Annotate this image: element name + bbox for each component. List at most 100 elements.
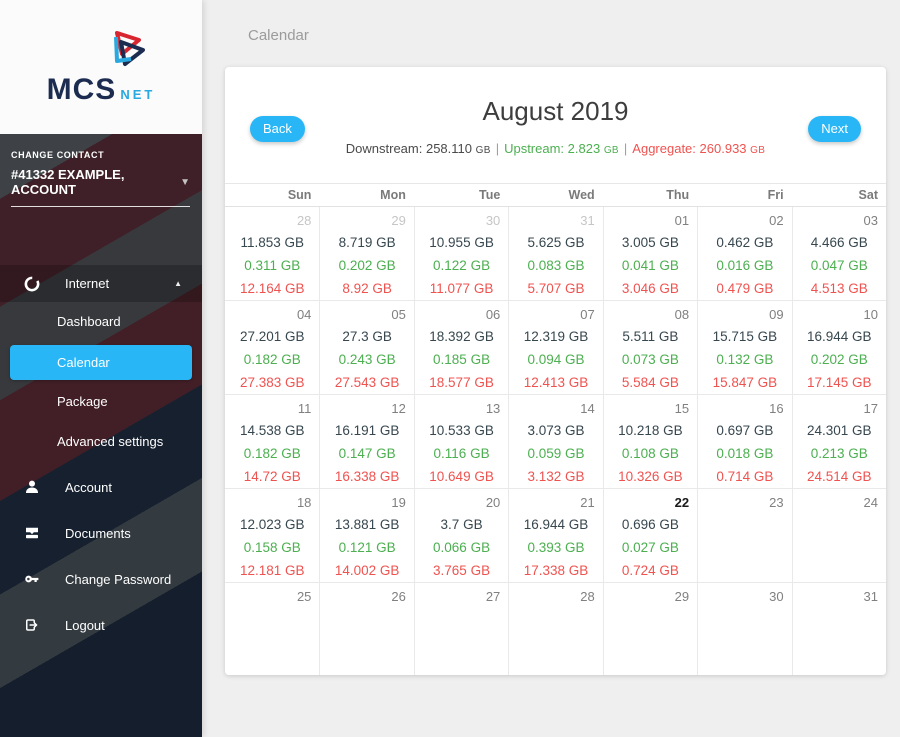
calendar-day-cell[interactable]: 29 xyxy=(602,583,698,675)
calendar-day-cell[interactable]: 03 4.466 GB 0.047 GB 4.513 GB xyxy=(791,207,886,301)
upstream-value: 0.047 GB xyxy=(810,258,868,273)
day-number: 05 xyxy=(391,307,406,322)
calendar-day-cell[interactable]: 27 xyxy=(413,583,509,675)
aggregate-value: 16.338 GB xyxy=(334,469,400,484)
sidebar-item-internet[interactable]: Internet ▲ xyxy=(0,265,202,302)
calendar-day-cell[interactable]: 07 12.319 GB 0.094 GB 12.413 GB xyxy=(508,301,603,395)
downstream-value: 16.191 GB xyxy=(334,423,400,438)
downstream-value: 16.944 GB xyxy=(807,329,872,344)
aggregate-value: 14.002 GB xyxy=(334,563,400,578)
calendar-day-cell[interactable]: 13 10.533 GB 0.116 GB 10.649 GB xyxy=(413,395,509,489)
calendar-day-cell[interactable]: 23 xyxy=(697,489,792,583)
aggregate-value: 12.181 GB xyxy=(239,563,305,578)
logo-play-icon xyxy=(104,28,150,75)
upstream-value: 0.311 GB xyxy=(244,258,301,273)
calendar-day-cell[interactable]: 16 0.697 GB 0.018 GB 0.714 GB xyxy=(697,395,792,489)
downstream-value: 18.392 GB xyxy=(429,329,494,344)
day-values: 16.944 GB 0.393 GB 17.338 GB xyxy=(509,513,602,582)
contact-select[interactable]: #41332 EXAMPLE, ACCOUNT ▼ xyxy=(11,167,190,207)
calendar-day-cell[interactable]: 06 18.392 GB 0.185 GB 18.577 GB xyxy=(413,301,509,395)
sidebar-item-logout[interactable]: Logout xyxy=(0,602,202,648)
calendar-day-cell[interactable]: 01 3.005 GB 0.041 GB 3.046 GB xyxy=(602,207,698,301)
downstream-value: 16.944 GB xyxy=(523,517,589,532)
day-number: 23 xyxy=(769,495,784,510)
calendar-day-cell[interactable]: 31 5.625 GB 0.083 GB 5.707 GB xyxy=(508,207,603,301)
calendar-day-cell[interactable]: 18 12.023 GB 0.158 GB 12.181 GB xyxy=(225,489,320,583)
calendar-card: Back August 2019 Next Downstream: 258.11… xyxy=(225,67,886,675)
sidebar-item-change-password[interactable]: Change Password xyxy=(0,556,202,602)
downstream-value: 10.533 GB xyxy=(429,423,494,438)
calendar-day-cell[interactable]: 24 xyxy=(791,489,886,583)
sidebar-item-documents[interactable]: Documents xyxy=(0,510,202,556)
aggregate-value: 11.077 GB xyxy=(429,281,494,296)
summary-separator: | xyxy=(623,141,628,156)
caret-down-icon: ▼ xyxy=(180,176,190,188)
calendar-day-cell[interactable]: 28 11.853 GB 0.311 GB 12.164 GB xyxy=(225,207,320,301)
calendar-day-cell[interactable]: 04 27.201 GB 0.182 GB 27.383 GB xyxy=(225,301,320,395)
calendar-day-cell[interactable]: 31 xyxy=(791,583,886,675)
upstream-value: 0.147 GB xyxy=(338,446,396,461)
sidebar-item-account[interactable]: Account xyxy=(0,464,202,510)
logo-text: MCS NET xyxy=(47,73,156,107)
upstream-value: 0.094 GB xyxy=(527,352,585,367)
next-button[interactable]: Next xyxy=(808,116,861,142)
calendar-day-cell[interactable]: 26 xyxy=(319,583,414,675)
calendar-day-cell[interactable]: 12 16.191 GB 0.147 GB 16.338 GB xyxy=(319,395,414,489)
calendar-day-cell[interactable]: 15 10.218 GB 0.108 GB 10.326 GB xyxy=(602,395,698,489)
sidebar-item-label: Account xyxy=(65,479,112,495)
main-content: Calendar Back August 2019 Next Downstrea… xyxy=(202,0,900,737)
upstream-value: 0.132 GB xyxy=(716,352,774,367)
calendar-day-cell[interactable]: 14 3.073 GB 0.059 GB 3.132 GB xyxy=(508,395,603,489)
calendar-day-cell[interactable]: 21 16.944 GB 0.393 GB 17.338 GB xyxy=(508,489,603,583)
back-button[interactable]: Back xyxy=(250,116,305,142)
day-values: 10.955 GB 0.122 GB 11.077 GB xyxy=(415,231,508,300)
calendar-day-cell[interactable]: 11 14.538 GB 0.182 GB 14.72 GB xyxy=(225,395,320,489)
upstream-value: 0.108 GB xyxy=(621,446,679,461)
aggregate-value: 4.513 GB xyxy=(810,281,868,296)
calendar-day-cell[interactable]: 30 10.955 GB 0.122 GB 11.077 GB xyxy=(413,207,509,301)
logo-secondary: NET xyxy=(120,86,156,102)
day-number: 28 xyxy=(580,589,595,604)
upstream-value: 0.018 GB xyxy=(716,446,774,461)
day-number: 28 xyxy=(296,213,312,228)
calendar-day-cell[interactable]: 09 15.715 GB 0.132 GB 15.847 GB xyxy=(697,301,792,395)
downstream-value: 4.466 GB xyxy=(810,235,868,250)
sidebar-item-label: Internet xyxy=(65,276,110,291)
aggregate-value: 12.413 GB xyxy=(523,375,589,390)
aggregate-value: 17.338 GB xyxy=(523,563,589,578)
calendar-day-cell[interactable]: 30 xyxy=(697,583,792,675)
calendar-day-cell[interactable]: 19 13.881 GB 0.121 GB 14.002 GB xyxy=(319,489,414,583)
key-icon xyxy=(23,570,41,588)
aggregate-value: 3.132 GB xyxy=(527,469,585,484)
calendar-day-cell[interactable]: 29 8.719 GB 0.202 GB 8.92 GB xyxy=(319,207,414,301)
day-values: 10.533 GB 0.116 GB 10.649 GB xyxy=(415,419,508,488)
sidebar-item-advanced-settings[interactable]: Advanced settings xyxy=(0,422,202,462)
sidebar-item-calendar[interactable]: Calendar xyxy=(10,345,192,380)
calendar-day-cell[interactable]: 10 16.944 GB 0.202 GB 17.145 GB xyxy=(791,301,886,395)
calendar-day-cell[interactable]: 22 0.696 GB 0.027 GB 0.724 GB xyxy=(602,489,698,583)
day-number: 02 xyxy=(769,213,784,228)
contact-block: CHANGE CONTACT #41332 EXAMPLE, ACCOUNT ▼ xyxy=(0,134,202,207)
upstream-value: 0.185 GB xyxy=(433,352,491,367)
calendar-day-cell[interactable]: 02 0.462 GB 0.016 GB 0.479 GB xyxy=(697,207,792,301)
calendar-day-cell[interactable]: 20 3.7 GB 0.066 GB 3.765 GB xyxy=(413,489,509,583)
downstream-value: 3.005 GB xyxy=(621,235,679,250)
calendar-day-cell[interactable]: 17 24.301 GB 0.213 GB 24.514 GB xyxy=(791,395,886,489)
calendar-day-cell[interactable]: 05 27.3 GB 0.243 GB 27.543 GB xyxy=(319,301,414,395)
day-number: 31 xyxy=(580,213,595,228)
day-values: 3.073 GB 0.059 GB 3.132 GB xyxy=(509,419,602,488)
calendar-card-header: Back August 2019 Next Downstream: 258.11… xyxy=(225,67,886,156)
upstream-value: 0.073 GB xyxy=(621,352,679,367)
sidebar-item-dashboard[interactable]: Dashboard xyxy=(0,302,202,342)
data-usage-icon xyxy=(23,275,41,293)
day-number: 30 xyxy=(485,213,501,228)
day-number: 08 xyxy=(674,307,690,322)
sidebar-item-package[interactable]: Package xyxy=(0,382,202,422)
logo[interactable]: MCS NET xyxy=(0,0,202,134)
calendar-day-cell[interactable]: 25 xyxy=(225,583,320,675)
calendar-day-cell[interactable]: 28 xyxy=(508,583,603,675)
sidebar-nav: Internet ▲ Dashboard Calendar Package Ad… xyxy=(0,265,202,648)
day-values: 10.218 GB 0.108 GB 10.326 GB xyxy=(604,419,697,488)
calendar-day-cell[interactable]: 08 5.511 GB 0.073 GB 5.584 GB xyxy=(602,301,698,395)
sidebar: MCS NET CHANGE CONTACT #41332 EXAMPLE, A… xyxy=(0,0,202,737)
